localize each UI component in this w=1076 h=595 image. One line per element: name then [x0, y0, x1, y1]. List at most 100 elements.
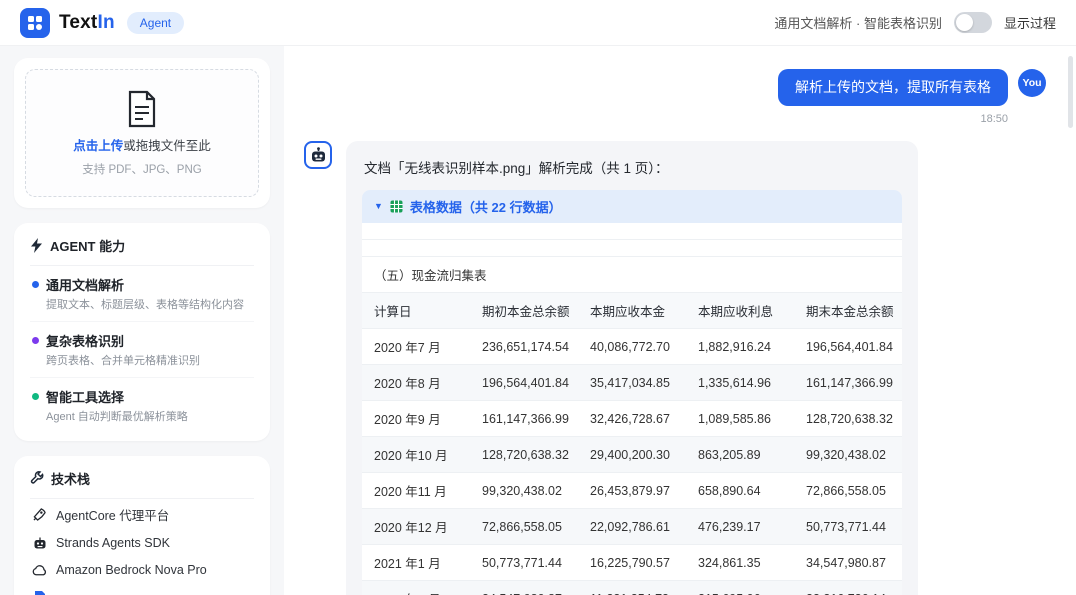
table-cell: 34,547,980.87 [470, 581, 578, 595]
table-cell: 2020 年9 月 [362, 401, 470, 437]
table-cell: 658,890.64 [686, 473, 794, 509]
tech-panel-title: 技术栈 [51, 469, 90, 488]
table-cell: 2020 年11 月 [362, 473, 470, 509]
table-cell: 863,205.89 [686, 437, 794, 473]
extracted-table: （五）现金流归集表计算日期初本金总余额本期应收本金本期应收利息期末本金总余额20… [362, 223, 902, 595]
tech-stack-label: AgentCore 代理平台 [56, 505, 169, 524]
table-grid-icon [390, 200, 403, 213]
upload-link[interactable]: 点击上传 [73, 139, 123, 153]
table-cell: 50,773,771.44 [470, 545, 578, 581]
message-timestamp: 18:50 [304, 113, 1046, 125]
empty-cell [362, 240, 902, 257]
capability-item: 复杂表格识别跨页表格、合并单元格精准识别 [30, 322, 254, 378]
column-header: 期初本金总余额 [470, 293, 578, 329]
table-cell: 1,335,614.96 [686, 365, 794, 401]
wrench-icon [30, 471, 44, 485]
table-cell: 196,564,401.84 [794, 329, 902, 365]
table-row: 2020 年11 月99,320,438.0226,453,879.97658,… [362, 473, 902, 509]
agent-capability-panel: AGENT 能力 通用文档解析提取文本、标题层级、表格等结构化内容复杂表格识别跨… [14, 223, 270, 441]
agent-panel-header: AGENT 能力 [30, 236, 254, 266]
capability-dot-icon [32, 337, 39, 344]
table-cell: 161,147,366.99 [794, 365, 902, 401]
bot-message-row: 文档「无线表识别样本.png」解析完成（共 1 页）： ▼ 表格 [304, 141, 1046, 595]
capability-title: 智能工具选择 [46, 387, 124, 406]
cloud-icon [32, 563, 47, 578]
table-cell: 128,720,638.32 [794, 401, 902, 437]
table-cell: 72,866,558.05 [470, 509, 578, 545]
column-header: 本期应收本金 [578, 293, 686, 329]
table-cell: 72,866,558.05 [794, 473, 902, 509]
table-cell: 324,861.35 [686, 545, 794, 581]
table-cell: 2020 年12 月 [362, 509, 470, 545]
brand-name: TextIn [59, 12, 115, 34]
capability-dot-icon [32, 393, 39, 400]
caption-row: （五）现金流归集表 [362, 257, 902, 293]
table-cell: 23,316,726.14 [794, 581, 902, 595]
grid-logo-icon [27, 15, 43, 31]
robot-icon [310, 147, 327, 164]
tech-stack-item: Strands Agents SDK [30, 530, 254, 557]
table-cell: 34,547,980.87 [794, 545, 902, 581]
table-caption: （五）现金流归集表 [362, 257, 902, 293]
caret-down-icon: ▼ [374, 202, 383, 211]
top-bar: TextIn Agent 通用文档解析 · 智能表格识别 显示过程 [0, 0, 1076, 46]
empty-row [362, 223, 902, 240]
rocket-icon [32, 507, 47, 522]
table-cell: 196,564,401.84 [470, 365, 578, 401]
sidebar: 点击上传或拖拽文件至此 支持 PDF、JPG、PNG AGENT 能力 通用文档… [0, 46, 284, 595]
capability-dot-icon [32, 281, 39, 288]
table-row: 2021 年1 月50,773,771.4416,225,790.57324,8… [362, 545, 902, 581]
header-row: 计算日期初本金总余额本期应收本金本期应收利息期末本金总余额 [362, 293, 902, 329]
table-cell: 32,426,728.67 [578, 401, 686, 437]
capability-desc: 跨页表格、合并单元格精准识别 [46, 354, 252, 369]
table-cell: 2020 年10 月 [362, 437, 470, 473]
mode-label: 通用文档解析 · 智能表格识别 [774, 13, 942, 32]
table-cell: 16,225,790.57 [578, 545, 686, 581]
lightning-icon [30, 238, 43, 253]
upload-card: 点击上传或拖拽文件至此 支持 PDF、JPG、PNG [14, 58, 270, 208]
table-cell: 2020 年7 月 [362, 329, 470, 365]
show-process-toggle[interactable] [954, 12, 992, 33]
table-row: 2020 年8 月196,564,401.8435,417,034.851,33… [362, 365, 902, 401]
table-cell: 236,651,174.54 [470, 329, 578, 365]
capability-title-row: 复杂表格识别 [32, 331, 252, 350]
table-cell: 99,320,438.02 [470, 473, 578, 509]
table-cell: 26,453,879.97 [578, 473, 686, 509]
empty-row [362, 240, 902, 257]
table-cell: 22,092,786.61 [578, 509, 686, 545]
capability-desc: 提取文本、标题层级、表格等结构化内容 [46, 298, 252, 313]
agent-badge: Agent [127, 12, 184, 34]
table-row: 2020 年12 月72,866,558.0522,092,786.61476,… [362, 509, 902, 545]
textin-logo[interactable] [20, 8, 50, 38]
scrollbar[interactable] [1068, 56, 1073, 128]
empty-cell [362, 223, 902, 240]
document-icon [32, 590, 47, 595]
table-cell: 35,417,034.85 [578, 365, 686, 401]
document-icon [126, 90, 158, 128]
table-section-toggle[interactable]: ▼ 表格数据（共 22 行数据） [362, 190, 902, 223]
table-data-section: ▼ 表格数据（共 22 行数据） （五）现金流归集表计算日期 [362, 190, 902, 595]
toggle-knob [956, 14, 973, 31]
capability-item: 智能工具选择Agent 自动判断最优解析策略 [30, 378, 254, 433]
column-header: 本期应收利息 [686, 293, 794, 329]
table-row: 2020 年9 月161,147,366.9932,426,728.671,08… [362, 401, 902, 437]
table-row: 2020 年7 月236,651,174.5440,086,772.701,88… [362, 329, 902, 365]
table-cell: 1,089,585.86 [686, 401, 794, 437]
tech-stack-panel: 技术栈 AgentCore 代理平台Strands Agents SDKAmaz… [14, 456, 270, 595]
table-cell: 99,320,438.02 [794, 437, 902, 473]
user-message-row: 解析上传的文档，提取所有表格 You [304, 69, 1046, 106]
capability-title: 复杂表格识别 [46, 331, 124, 350]
table-cell: 50,773,771.44 [794, 509, 902, 545]
agent-panel-title: AGENT 能力 [50, 236, 125, 255]
show-process-label: 显示过程 [1004, 13, 1056, 32]
tech-stack-item [30, 584, 254, 595]
upload-dropzone[interactable]: 点击上传或拖拽文件至此 支持 PDF、JPG、PNG [25, 69, 259, 197]
table-cell: 11,231,254.73 [578, 581, 686, 595]
capability-title: 通用文档解析 [46, 275, 124, 294]
tech-stack-list: AgentCore 代理平台Strands Agents SDKAmazon B… [30, 499, 254, 595]
capability-title-row: 通用文档解析 [32, 275, 252, 294]
table-row: 2020 年10 月128,720,638.3229,400,200.30863… [362, 437, 902, 473]
table-row: 2021 年2 月34,547,980.8711,231,254.73215,6… [362, 581, 902, 595]
chat-area: 解析上传的文档，提取所有表格 You 18:50 文档「无线表识别 [284, 46, 1076, 595]
table-cell: 476,239.17 [686, 509, 794, 545]
